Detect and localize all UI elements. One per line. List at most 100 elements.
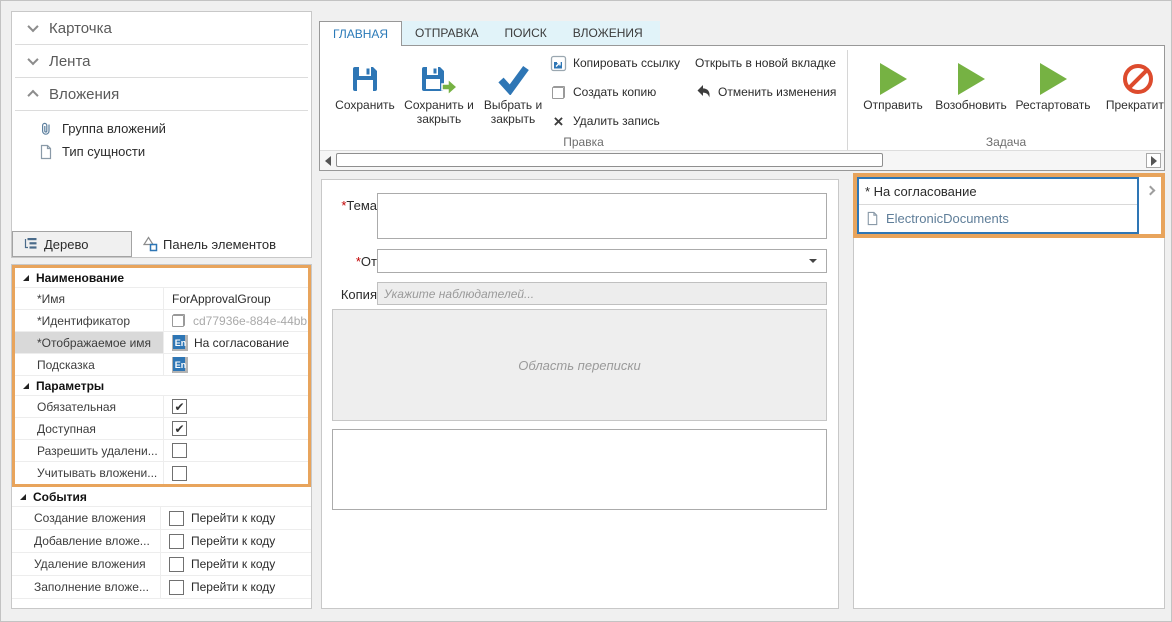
property-label: Доступная <box>15 418 163 439</box>
event-row-create: Создание вложения Перейти к коду <box>12 507 311 530</box>
checkbox[interactable] <box>169 580 184 595</box>
property-label: Учитывать вложени... <box>15 462 163 484</box>
group-title: Параметры <box>36 379 104 393</box>
button-label: Сохранить и закрыть <box>404 98 474 126</box>
button-label: Прекратить <box>1106 98 1165 112</box>
go-to-code-link[interactable]: Перейти к коду <box>191 511 275 525</box>
abort-button[interactable]: Прекратить <box>1096 48 1165 112</box>
tree-section-attachments[interactable]: Вложения <box>15 78 308 111</box>
selected-attachment-group-highlight: * На согласование ElectronicDocuments <box>853 173 1165 238</box>
button-label: Удалить запись <box>573 114 660 128</box>
copy-input[interactable] <box>377 282 827 305</box>
group-expand-zone[interactable] <box>1139 177 1161 234</box>
tree-section-card[interactable]: Карточка <box>15 12 308 45</box>
checkbox[interactable] <box>169 534 184 549</box>
create-copy-button[interactable]: Создать копию <box>550 82 680 102</box>
event-row-fill: Заполнение вложе... Перейти к коду <box>12 576 311 599</box>
localization-en-icon[interactable]: En <box>172 357 188 373</box>
go-to-code-link[interactable]: Перейти к коду <box>191 534 275 548</box>
restart-button[interactable]: Рестартовать <box>1010 48 1096 112</box>
property-group-header-naming[interactable]: Наименование <box>15 268 308 288</box>
attachment-item[interactable]: ElectronicDocuments <box>859 205 1137 231</box>
tree-section-label: Карточка <box>49 20 112 37</box>
from-dropdown[interactable] <box>377 249 827 273</box>
button-label: Создать копию <box>573 85 656 99</box>
checkbox[interactable]: ✔ <box>172 421 187 436</box>
property-row-identifier: *Идентификатор cd77936e-884e-44bb... <box>15 310 308 332</box>
ribbon-tab-main[interactable]: ГЛАВНАЯ <box>319 21 402 46</box>
property-value-input[interactable]: cd77936e-884e-44bb... <box>163 310 308 331</box>
select-and-close-button[interactable]: Выбрать и закрыть <box>478 48 548 126</box>
copy-link-button[interactable]: Копировать ссылку <box>550 53 680 73</box>
tree-section-ribbon[interactable]: Лента <box>15 45 308 78</box>
delete-record-button[interactable]: × Удалить запись <box>550 111 680 131</box>
localization-en-icon[interactable]: En <box>172 335 188 351</box>
scrollbar-thumb[interactable] <box>336 153 883 167</box>
tree-section-label: Вложения <box>49 86 119 103</box>
property-row-name: *Имя ForApprovalGroup <box>15 288 308 310</box>
paperclip-icon <box>38 121 54 137</box>
property-value-text: На согласование <box>194 336 289 350</box>
edit-group-small-buttons-col2: Открыть в новой вкладке Отменить изменен… <box>695 53 836 102</box>
attachment-group-title[interactable]: * На согласование <box>859 179 1137 205</box>
send-button[interactable]: Отправить <box>854 48 932 112</box>
property-value-input[interactable]: En На согласование <box>163 332 308 353</box>
ribbon-tab-attachments[interactable]: ВЛОЖЕНИЯ <box>560 21 656 46</box>
button-label: Копировать ссылку <box>573 56 680 70</box>
property-label: Создание вложения <box>12 507 160 529</box>
button-label: Отменить изменения <box>718 85 836 99</box>
button-label: Выбрать и закрыть <box>478 98 548 126</box>
ribbon-tab-send[interactable]: ОТПРАВКА <box>402 21 492 46</box>
property-row-allow-delete: Разрешить удалени... <box>15 440 308 462</box>
checkbox[interactable]: ✔ <box>172 399 187 414</box>
ribbon-hscrollbar[interactable] <box>320 150 1164 170</box>
save-button[interactable]: Сохранить <box>330 48 400 126</box>
property-label: Удаление вложения <box>12 553 160 575</box>
group-expander-icon <box>20 494 26 500</box>
property-value-cell: Перейти к коду <box>160 507 311 529</box>
checkbox[interactable] <box>169 557 184 572</box>
scroll-left-icon[interactable] <box>325 156 331 166</box>
scroll-right-button[interactable] <box>1146 153 1161 168</box>
save-close-icon <box>420 60 458 98</box>
undo-changes-button[interactable]: Отменить изменения <box>695 82 836 102</box>
tab-toolbox[interactable]: Панель элементов <box>132 231 286 257</box>
ribbon-content: Сохранить Сохранить и закрыть Выбрать и … <box>319 45 1165 171</box>
group-label-edit: Правка <box>320 135 847 149</box>
property-value-cell <box>163 440 308 461</box>
open-in-new-tab-button[interactable]: Открыть в новой вкладке <box>695 53 836 73</box>
property-row-display-name: *Отображаемое имя En На согласование <box>15 332 308 354</box>
tab-tree[interactable]: Дерево <box>12 231 132 257</box>
copy-icon[interactable] <box>172 314 185 327</box>
property-value-input[interactable]: ForApprovalGroup <box>163 288 308 309</box>
resume-button[interactable]: Возобновить <box>932 48 1010 112</box>
prohibition-icon <box>1123 60 1153 98</box>
checkbox[interactable] <box>172 466 187 481</box>
tree-item-attachment-group[interactable]: Группа вложений <box>38 117 311 140</box>
subject-input[interactable] <box>377 193 827 239</box>
edit-group-big-buttons: Сохранить Сохранить и закрыть Выбрать и … <box>330 48 548 126</box>
property-label: Разрешить удалени... <box>15 440 163 461</box>
event-row-delete: Удаление вложения Перейти к коду <box>12 553 311 576</box>
chevron-down-icon <box>27 21 38 32</box>
checkbox[interactable] <box>172 443 187 458</box>
property-value-input[interactable]: En <box>163 354 308 375</box>
go-to-code-link[interactable]: Перейти к коду <box>191 557 275 571</box>
tree-item-entity-type[interactable]: Тип сущности <box>38 140 311 163</box>
property-value-cell: ✔ <box>163 418 308 439</box>
ribbon-tab-search[interactable]: ПОИСК <box>492 21 560 46</box>
attachment-group[interactable]: * На согласование ElectronicDocuments <box>857 177 1139 234</box>
save-and-close-button[interactable]: Сохранить и закрыть <box>404 48 474 126</box>
property-label[interactable]: *Отображаемое имя <box>15 332 163 353</box>
checkbox[interactable] <box>169 511 184 526</box>
go-to-code-link[interactable]: Перейти к коду <box>191 580 275 594</box>
chevron-right-icon <box>1145 186 1155 196</box>
from-label: *От <box>329 254 377 269</box>
document-icon <box>865 211 880 226</box>
property-value-text: ForApprovalGroup <box>172 292 271 306</box>
document-icon <box>38 144 54 160</box>
property-group-header-params[interactable]: Параметры <box>15 376 308 396</box>
active-text-input[interactable] <box>332 429 827 510</box>
property-row-required: Обязательная ✔ <box>15 396 308 418</box>
property-group-header-events[interactable]: События <box>12 487 311 507</box>
